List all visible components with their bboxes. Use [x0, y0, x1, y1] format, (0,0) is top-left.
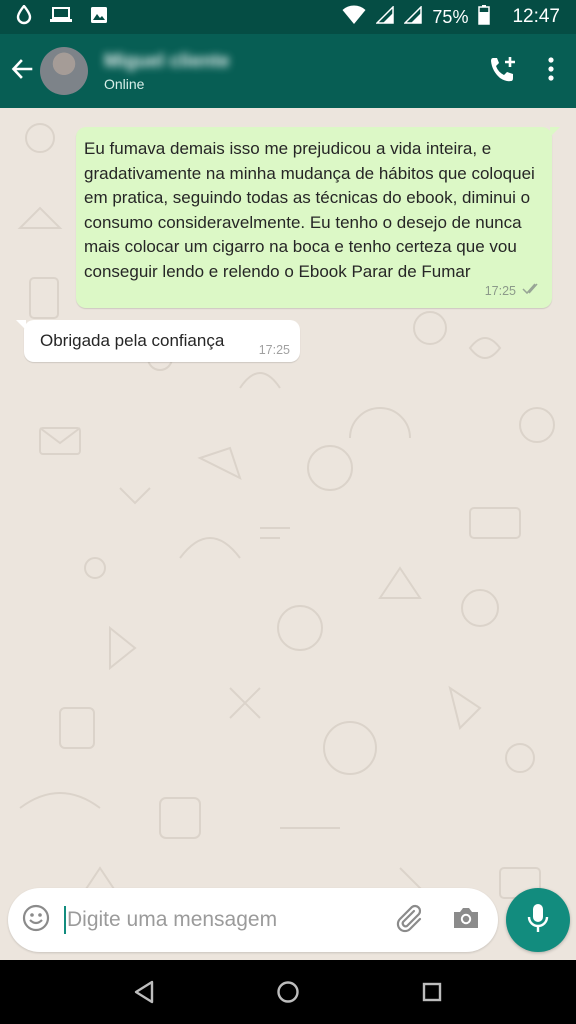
- add-call-button[interactable]: [488, 55, 518, 88]
- outgoing-message[interactable]: Eu fumava demais isso me prejudicou a vi…: [76, 127, 560, 308]
- chat-area[interactable]: Eu fumava demais isso me prejudicou a vi…: [0, 108, 576, 960]
- message-text: Eu fumava demais isso me prejudicou a vi…: [84, 139, 535, 281]
- battery-icon: [478, 4, 491, 30]
- text-caret: [64, 906, 66, 934]
- water-drop-icon: [16, 3, 32, 30]
- signal-icon: [375, 4, 395, 29]
- emoji-icon[interactable]: [22, 904, 50, 937]
- message-input[interactable]: Digite uma mensagem: [64, 906, 394, 934]
- back-button[interactable]: [4, 34, 40, 108]
- arrow-back-icon: [11, 58, 33, 85]
- incoming-message[interactable]: Obrigada pela confiança 17:25: [16, 320, 300, 362]
- status-bar: 75% 12:47: [0, 0, 576, 34]
- message-composer: Digite uma mensagem: [8, 888, 498, 952]
- monitor-icon: [50, 6, 72, 29]
- microphone-icon: [527, 903, 549, 938]
- contact-name: Miguel cliente: [104, 50, 230, 72]
- message-time: 17:25: [258, 343, 290, 357]
- nav-home-button[interactable]: [276, 980, 300, 1004]
- camera-icon[interactable]: [452, 906, 480, 935]
- attach-icon[interactable]: [394, 903, 424, 938]
- chat-header: Miguel cliente Online: [0, 34, 576, 108]
- wifi-icon: [342, 5, 366, 30]
- double-check-icon: [522, 282, 542, 300]
- contact-info[interactable]: Miguel cliente Online: [104, 51, 230, 92]
- avatar[interactable]: [40, 47, 88, 95]
- nav-recents-button[interactable]: [421, 981, 443, 1003]
- clock: 12:47: [512, 6, 560, 27]
- message-time: 17:25: [484, 284, 516, 298]
- image-icon: [90, 6, 108, 29]
- message-input-placeholder: Digite uma mensagem: [67, 908, 278, 931]
- battery-percent: 75%: [432, 6, 469, 27]
- voice-message-button[interactable]: [506, 888, 570, 952]
- message-text: Obrigada pela confiança: [40, 331, 225, 350]
- nav-back-button[interactable]: [133, 980, 155, 1004]
- contact-status: Online: [104, 75, 145, 92]
- system-nav-bar: [0, 960, 576, 1024]
- more-options-icon[interactable]: [548, 56, 554, 86]
- signal-icon-2: [403, 4, 423, 29]
